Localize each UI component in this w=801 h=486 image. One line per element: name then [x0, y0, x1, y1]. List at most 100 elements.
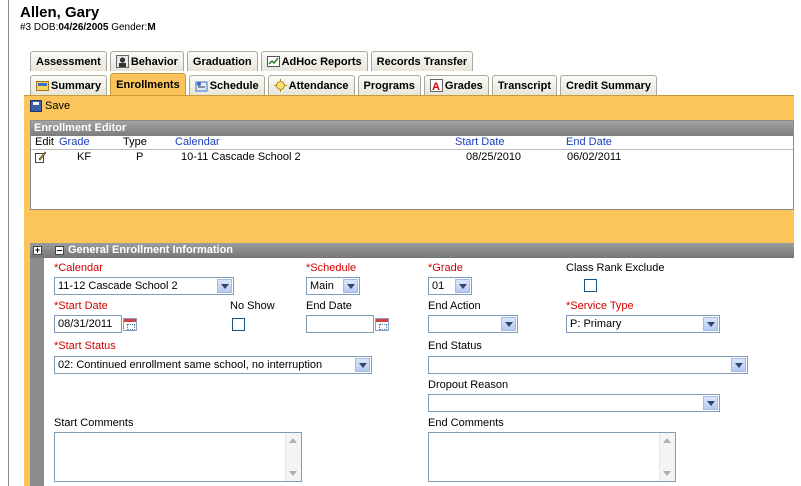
no-show-checkbox[interactable] [232, 318, 245, 331]
general-enrollment-section: + General Enrollment Information *Calend… [30, 243, 794, 486]
scroll-down-icon[interactable] [663, 471, 671, 476]
col-start-date[interactable]: Start Date [455, 136, 505, 149]
col-type: Type [123, 136, 147, 148]
row-end-date: 06/02/2011 [567, 151, 622, 163]
tab-label: Programs [363, 79, 415, 92]
chevron-down-icon[interactable] [455, 279, 470, 293]
tab-grades[interactable]: A Grades [423, 75, 489, 95]
schedule-icon [195, 81, 208, 92]
start-status-label: *Start Status [54, 340, 116, 352]
tab-label: Records Transfer [376, 55, 468, 68]
general-section-header[interactable]: + General Enrollment Information [30, 243, 794, 258]
end-status-label: End Status [428, 340, 482, 352]
svg-text:A: A [432, 81, 440, 92]
adhoc-reports-icon [266, 56, 280, 67]
service-type-select[interactable]: P: Primary [566, 315, 720, 333]
save-button[interactable]: Save [30, 100, 70, 112]
start-date-field[interactable]: 08/31/2011 [54, 315, 122, 333]
col-grade[interactable]: Grade [59, 136, 90, 149]
tab-programs[interactable]: Programs [357, 75, 421, 95]
tab-label: Attendance [288, 79, 349, 92]
tab-row-2: Summary Enrollments Schedule Attendance … [30, 73, 660, 95]
table-row[interactable]: KF P 10-11 Cascade School 2 08/25/2010 0… [31, 150, 793, 164]
student-header: Allen, Gary #3 DOB:04/26/2005 Gender:M [20, 4, 156, 33]
summary-icon [36, 81, 49, 91]
gender-value: M [147, 22, 156, 33]
scroll-down-icon[interactable] [289, 471, 297, 476]
schedule-value: Main [310, 280, 334, 292]
end-action-label: End Action [428, 300, 481, 312]
scroll-up-icon[interactable] [663, 438, 671, 443]
start-date-label: *Start Date [54, 300, 108, 312]
start-comments-textarea[interactable] [54, 432, 302, 482]
scrollbar[interactable] [285, 433, 301, 481]
class-rank-exclude-checkbox[interactable] [584, 279, 597, 292]
chevron-down-icon[interactable] [343, 279, 358, 293]
service-type-label: *Service Type [566, 300, 634, 312]
collapse-icon[interactable] [55, 246, 64, 255]
general-section-title: General Enrollment Information [68, 244, 234, 256]
tab-assessment[interactable]: Assessment [30, 51, 107, 71]
tab-label: Credit Summary [566, 79, 651, 92]
tab-transcript[interactable]: Transcript [491, 75, 557, 95]
enrollment-editor: Enrollment Editor Edit Grade Type Calend… [30, 120, 794, 210]
chevron-down-icon[interactable] [501, 317, 516, 331]
scrollbar[interactable] [659, 433, 675, 481]
chevron-down-icon[interactable] [355, 358, 370, 372]
end-action-select[interactable] [428, 315, 518, 333]
tab-behavior[interactable]: Behavior [109, 51, 184, 71]
save-icon [30, 100, 42, 112]
tab-adhoc-reports[interactable]: AdHoc Reports [260, 51, 368, 71]
schedule-select[interactable]: Main [306, 277, 360, 295]
chevron-down-icon[interactable] [731, 358, 746, 372]
student-details: #3 DOB:04/26/2005 Gender:M [20, 22, 156, 33]
grade-label: *Grade [428, 262, 463, 274]
tab-label: Enrollments [116, 78, 180, 91]
scroll-up-icon[interactable] [289, 438, 297, 443]
enrollment-table-header: Edit Grade Type Calendar Start Date End … [31, 136, 793, 150]
gender-label: Gender: [111, 22, 148, 33]
tab-credit-summary[interactable]: Credit Summary [560, 75, 657, 95]
start-date-value: 08/31/2011 [58, 318, 113, 330]
col-calendar[interactable]: Calendar [175, 136, 220, 149]
dob-label: DOB: [33, 22, 59, 33]
col-edit: Edit [35, 136, 54, 148]
expand-icon[interactable]: + [33, 246, 42, 255]
chevron-down-icon[interactable] [703, 396, 718, 410]
calendar-picker-icon[interactable] [375, 318, 389, 331]
tab-row-1: Assessment Behavior Graduation AdHoc Rep… [30, 51, 476, 71]
end-status-select[interactable] [428, 356, 748, 374]
end-comments-textarea[interactable] [428, 432, 676, 482]
calendar-label: *Calendar [54, 262, 103, 274]
tab-summary[interactable]: Summary [30, 75, 108, 95]
end-comments-label: End Comments [428, 417, 504, 429]
dropout-reason-select[interactable] [428, 394, 720, 412]
student-name: Allen, Gary [20, 4, 100, 21]
grade-select[interactable]: 01 [428, 277, 472, 295]
grades-icon: A [429, 79, 443, 92]
tab-enrollments[interactable]: Enrollments [110, 73, 186, 95]
chevron-down-icon[interactable] [217, 279, 232, 293]
edit-icon[interactable] [35, 151, 46, 163]
start-status-select[interactable]: 02: Continued enrollment same school, no… [54, 356, 372, 374]
tab-schedule[interactable]: Schedule [188, 75, 265, 95]
enrollment-editor-title: Enrollment Editor [31, 121, 793, 136]
tab-attendance[interactable]: Attendance [267, 75, 355, 95]
tab-label: Behavior [130, 55, 178, 68]
tab-label: AdHoc Reports [281, 55, 362, 68]
section-left-gutter [30, 258, 44, 486]
start-comments-label: Start Comments [54, 417, 134, 429]
calendar-select[interactable]: 11-12 Cascade School 2 [54, 277, 234, 295]
class-rank-exclude-label: Class Rank Exclude [566, 262, 665, 274]
tab-records-transfer[interactable]: Records Transfer [370, 51, 474, 71]
tab-graduation[interactable]: Graduation [186, 51, 258, 71]
end-date-field[interactable] [306, 315, 374, 333]
tab-label: Graduation [192, 55, 252, 68]
behavior-icon [115, 55, 129, 68]
tab-label: Grades [444, 79, 483, 92]
calendar-picker-icon[interactable] [123, 318, 137, 331]
dropout-reason-label: Dropout Reason [428, 379, 509, 391]
chevron-down-icon[interactable] [703, 317, 718, 331]
col-end-date[interactable]: End Date [566, 136, 612, 149]
save-label: Save [45, 100, 71, 112]
